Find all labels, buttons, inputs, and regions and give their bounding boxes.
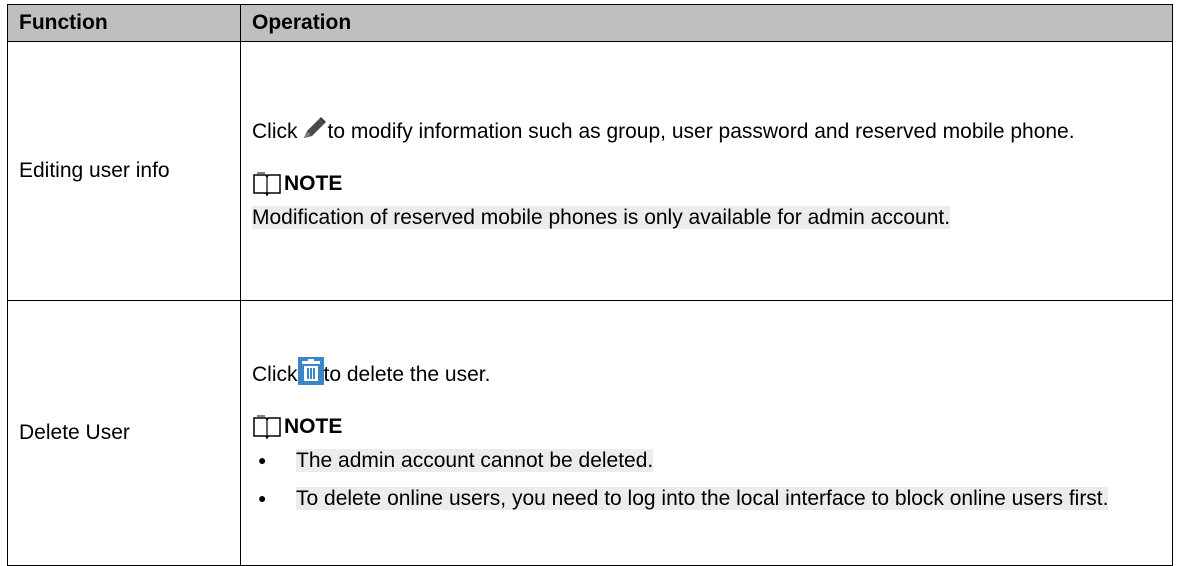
- function-operation-table: Function Operation Editing user info Cli…: [7, 4, 1173, 566]
- list-item: ● The admin account cannot be deleted.: [258, 449, 654, 472]
- book-icon: [252, 171, 282, 197]
- instruction-text: Click to modify information such as group…: [252, 105, 1164, 163]
- book-icon: [252, 414, 282, 440]
- function-cell: Delete User: [7, 300, 241, 566]
- header-operation: Operation: [240, 4, 1173, 42]
- operation-cell: Click to delete the user. NOTE ● The admin…: [240, 300, 1173, 566]
- pencil-icon: [297, 109, 328, 163]
- table-row: Editing user info Click to modify informa…: [7, 41, 1173, 301]
- table-row: Delete User Click to delete the user. NOT…: [7, 300, 1173, 566]
- note-heading: NOTE: [252, 169, 1164, 199]
- list-item: ● To delete online users, you need to log…: [258, 487, 1109, 510]
- function-cell: Editing user info: [7, 41, 241, 301]
- trash-icon: [297, 352, 324, 406]
- note-text: Modification of reserved mobile phones i…: [252, 206, 951, 229]
- note-heading: NOTE: [252, 412, 1164, 442]
- table-header-row: Function Operation: [7, 4, 1173, 42]
- header-function: Function: [7, 4, 241, 42]
- operation-cell: Click to modify information such as group…: [240, 41, 1173, 301]
- instruction-text: Click to delete the user.: [252, 348, 1164, 406]
- note-bullet-list: ● The admin account cannot be deleted. ● T…: [252, 442, 1164, 518]
